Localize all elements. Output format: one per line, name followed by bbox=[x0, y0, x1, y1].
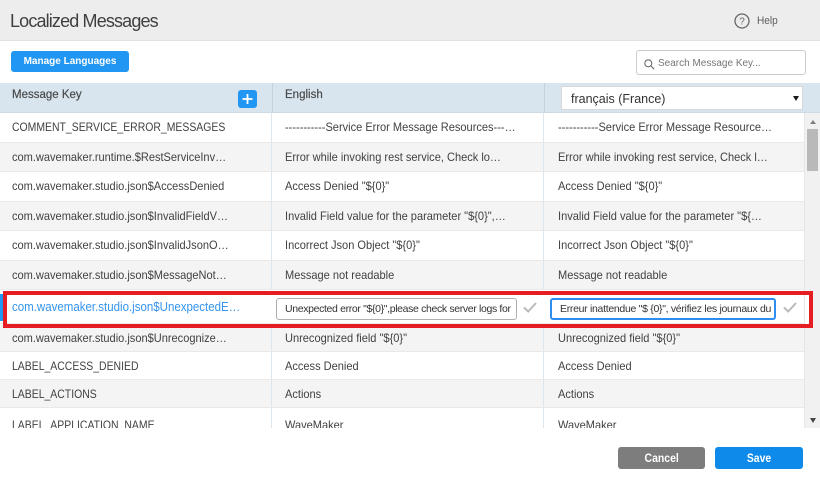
svg-text:?: ? bbox=[739, 17, 745, 28]
